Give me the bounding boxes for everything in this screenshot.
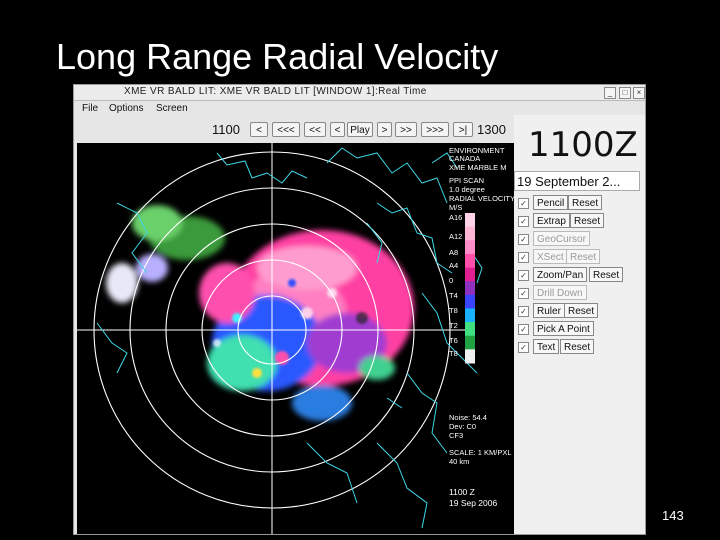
- radar-footer-line: 40 km: [449, 457, 469, 466]
- radar-ppi-image: ENVIRONMENT CANADA XME MARBLE M PPI SCAN…: [77, 143, 514, 534]
- radar-application-window: XME VR BALD LIT: XME VR BALD LIT [WINDOW…: [73, 84, 646, 535]
- slide-title: Long Range Radial Velocity: [56, 36, 499, 77]
- radar-time-line: 1100 Z: [449, 487, 475, 497]
- scale-swatch: [465, 308, 475, 323]
- pick-a-point-checkbox[interactable]: ✓: [518, 324, 529, 335]
- next-frame-button[interactable]: >: [377, 122, 392, 137]
- scale-swatch: [465, 281, 475, 296]
- xsect-checkbox[interactable]: ✓: [518, 252, 529, 263]
- pencil-reset-button[interactable]: Reset: [568, 195, 603, 210]
- current-time-display: 1100Z: [528, 125, 638, 165]
- play-button[interactable]: Play: [347, 122, 373, 137]
- scale-swatch: [465, 253, 475, 269]
- start-time-label: 1100: [212, 122, 240, 137]
- extrap-checkbox[interactable]: ✓: [518, 216, 529, 227]
- scale-label: A4: [449, 261, 458, 270]
- zoom-pan-reset-button[interactable]: Reset: [589, 267, 624, 282]
- scale-label: T4: [449, 291, 458, 300]
- menu-options[interactable]: Options: [109, 103, 143, 114]
- radar-display[interactable]: ENVIRONMENT CANADA XME MARBLE M PPI SCAN…: [77, 143, 514, 534]
- scale-swatch: [465, 294, 475, 309]
- xsect-button[interactable]: XSect: [533, 249, 568, 264]
- scale-swatch: [465, 267, 475, 282]
- menubar: File Options Screen: [74, 101, 645, 115]
- text-checkbox[interactable]: ✓: [518, 342, 529, 353]
- drill-down-checkbox[interactable]: ✓: [518, 288, 529, 299]
- pencil-checkbox[interactable]: ✓: [518, 198, 529, 209]
- scale-swatch: [465, 349, 475, 364]
- scale-swatch: [465, 240, 475, 255]
- xsect-reset-button[interactable]: Reset: [566, 249, 601, 264]
- geocursor-button[interactable]: GeoCursor: [533, 231, 590, 246]
- ruler-button[interactable]: Ruler: [533, 303, 565, 318]
- pick-a-point-button[interactable]: Pick A Point: [533, 321, 594, 336]
- scale-label: T8: [449, 349, 458, 358]
- radar-time-line: 19 Sep 2006: [449, 498, 497, 508]
- date-field[interactable]: 19 September 2...: [514, 171, 640, 191]
- radar-footer-line: SCALE: 1 KM/PXL: [449, 448, 512, 457]
- scale-swatch: [465, 226, 475, 241]
- forward-fast-button[interactable]: >>>: [421, 122, 449, 137]
- scale-label: T6: [449, 336, 458, 345]
- scale-swatch: [465, 213, 475, 228]
- close-icon[interactable]: ×: [633, 87, 645, 99]
- zoom-pan-button[interactable]: Zoom/Pan: [533, 267, 588, 282]
- radar-info-line: M/S: [449, 203, 462, 212]
- radar-footer-line: Noise: 54.4: [449, 413, 487, 422]
- rewind-fast-button[interactable]: <<<: [272, 122, 300, 137]
- maximize-icon[interactable]: □: [619, 87, 631, 99]
- scale-label: T2: [449, 321, 458, 330]
- geocursor-checkbox[interactable]: ✓: [518, 234, 529, 245]
- scale-label: T8: [449, 306, 458, 315]
- radar-info-line: CANADA: [449, 154, 480, 163]
- radar-info-line: RADIAL VELOCITY: [449, 194, 514, 203]
- ruler-reset-button[interactable]: Reset: [564, 303, 599, 318]
- zoom-pan-checkbox[interactable]: ✓: [518, 270, 529, 281]
- forward-button[interactable]: >>: [395, 122, 417, 137]
- menu-screen[interactable]: Screen: [156, 103, 188, 114]
- velocity-color-scale: [465, 213, 475, 364]
- scale-label: A8: [449, 248, 458, 257]
- minimize-icon[interactable]: _: [604, 87, 616, 99]
- scale-label: A12: [449, 232, 462, 241]
- radar-footer-line: Dev: C0: [449, 422, 476, 431]
- radar-info-line: XME MARBLE M: [449, 163, 507, 172]
- extrap-reset-button[interactable]: Reset: [570, 213, 605, 228]
- slide-number: 143: [662, 508, 684, 523]
- window-title: XME VR BALD LIT: XME VR BALD LIT [WINDOW…: [124, 86, 427, 97]
- step-end-button[interactable]: >|: [453, 122, 473, 137]
- radar-info-line: PPI SCAN: [449, 176, 484, 185]
- step-back-button[interactable]: <: [250, 122, 268, 137]
- window-titlebar: XME VR BALD LIT: XME VR BALD LIT [WINDOW…: [74, 85, 645, 101]
- pencil-button[interactable]: Pencil: [533, 195, 569, 210]
- scale-label: 0: [449, 276, 453, 285]
- drill-down-button[interactable]: Drill Down: [533, 285, 587, 300]
- end-time-label: 1300: [477, 122, 506, 137]
- previous-frame-button[interactable]: <: [330, 122, 345, 137]
- radar-info-line: 1.0 degree: [449, 185, 485, 194]
- menu-file[interactable]: File: [82, 103, 98, 114]
- extrap-button[interactable]: Extrap: [533, 213, 570, 228]
- scale-label: A16: [449, 213, 462, 222]
- scale-swatch: [465, 335, 475, 350]
- text-button[interactable]: Text: [533, 339, 560, 354]
- tools-panel: 1100Z 19 September 2... ✓ Pencil Reset ✓…: [514, 115, 645, 534]
- text-reset-button[interactable]: Reset: [560, 339, 595, 354]
- scale-swatch: [465, 322, 475, 337]
- playback-toolbar: 1100 < <<< << < Play > >> >>> >| 1300: [74, 117, 514, 141]
- ruler-checkbox[interactable]: ✓: [518, 306, 529, 317]
- radar-footer-line: CF3: [449, 431, 463, 440]
- rewind-button[interactable]: <<: [304, 122, 326, 137]
